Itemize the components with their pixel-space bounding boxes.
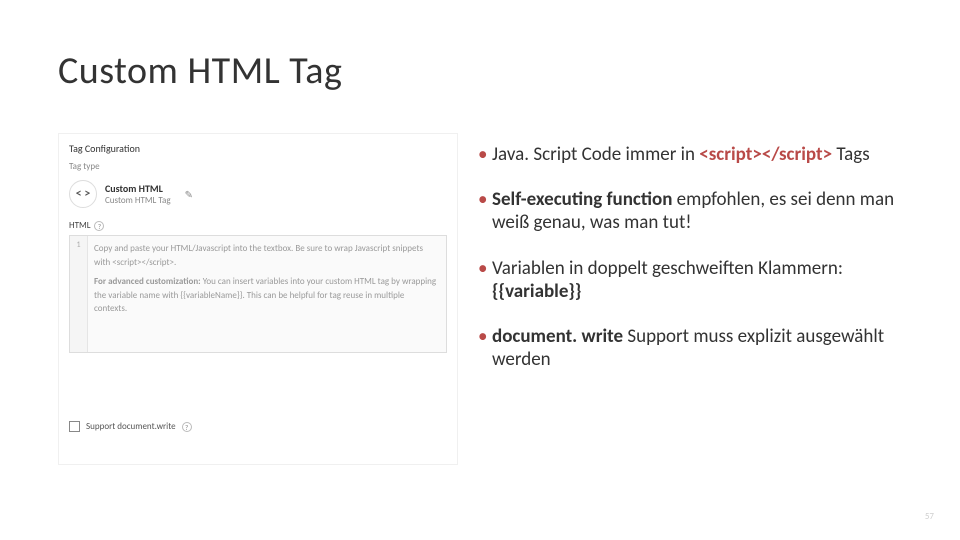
gtm-screenshot: Tag Configuration Tag type < > Custom HT… xyxy=(58,133,458,465)
tag-type-text: Custom HTML Custom HTML Tag xyxy=(105,182,171,206)
bullet-item: document. write Support muss explizit au… xyxy=(478,325,914,371)
help-icon: ? xyxy=(182,422,192,432)
tag-type-label: Tag type xyxy=(59,159,457,172)
tag-subname: Custom HTML Tag xyxy=(105,195,171,206)
tag-type-row: < > Custom HTML Custom HTML Tag ✎ xyxy=(59,172,457,218)
code-brackets-icon: < > xyxy=(69,180,97,208)
page-number: 57 xyxy=(925,511,934,522)
html-code-editor: 1 Copy and paste your HTML/Javascript in… xyxy=(69,235,447,353)
code-placeholder: Copy and paste your HTML/Javascript into… xyxy=(94,242,438,322)
bullet-item: Variablen in doppelt geschweiften Klamme… xyxy=(478,257,914,303)
tag-name: Custom HTML xyxy=(105,182,171,195)
bullet-item: Self-executing function empfohlen, es se… xyxy=(478,188,914,234)
help-icon: ? xyxy=(94,221,104,231)
slide-title: Custom HTML Tag xyxy=(58,48,342,94)
support-document-write-row: Support document.write ? xyxy=(59,361,457,432)
html-label-row: HTML ? xyxy=(59,218,457,235)
edit-icon: ✎ xyxy=(185,188,193,201)
bullet-list: Java. Script Code immer in <script></scr… xyxy=(478,143,914,393)
bullet-item: Java. Script Code immer in <script></scr… xyxy=(478,143,914,166)
tag-config-label: Tag Configuration xyxy=(59,134,457,159)
html-field-label: HTML xyxy=(69,220,90,231)
code-gutter: 1 xyxy=(70,236,88,352)
support-document-write-label: Support document.write xyxy=(86,421,176,432)
support-document-write-checkbox xyxy=(69,421,80,432)
